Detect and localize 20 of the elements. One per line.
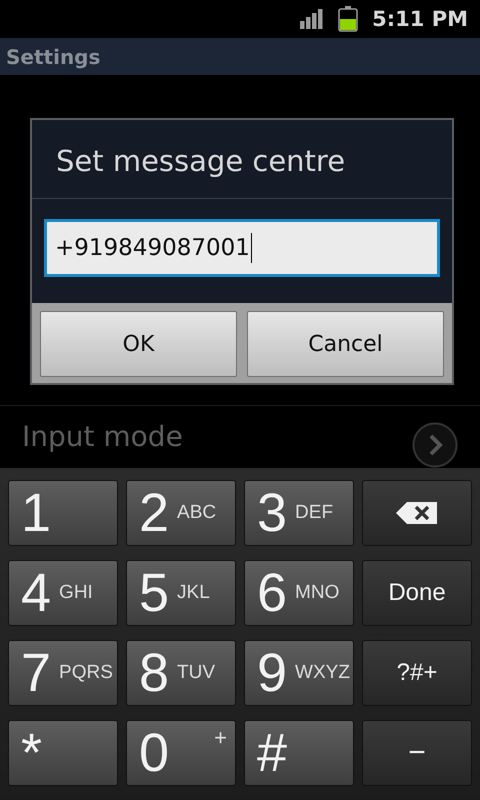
signal-icon [300,9,324,29]
key[interactable]: # [244,720,354,786]
cancel-button[interactable]: Cancel [247,311,444,377]
battery-icon [338,6,358,32]
number-field[interactable]: +919849087001 [44,219,440,277]
key[interactable]: * [8,720,118,786]
key[interactable]: Done [362,560,472,626]
chevron-icon[interactable] [412,422,458,468]
key[interactable]: 0 + [126,720,236,786]
key[interactable]: ?#+ [362,640,472,706]
key[interactable]: − [362,720,472,786]
key[interactable]: 1 [8,480,118,546]
screen-title: Settings [6,44,100,68]
backspace-key[interactable] [362,480,472,546]
ok-button[interactable]: OK [40,311,237,377]
dialog-title: Set message centre [32,120,452,199]
plus-label: + [214,725,227,751]
setting-title: Input mode [22,420,183,453]
backspace-icon [395,501,439,525]
clock-time: 5:11 PM [372,7,468,31]
